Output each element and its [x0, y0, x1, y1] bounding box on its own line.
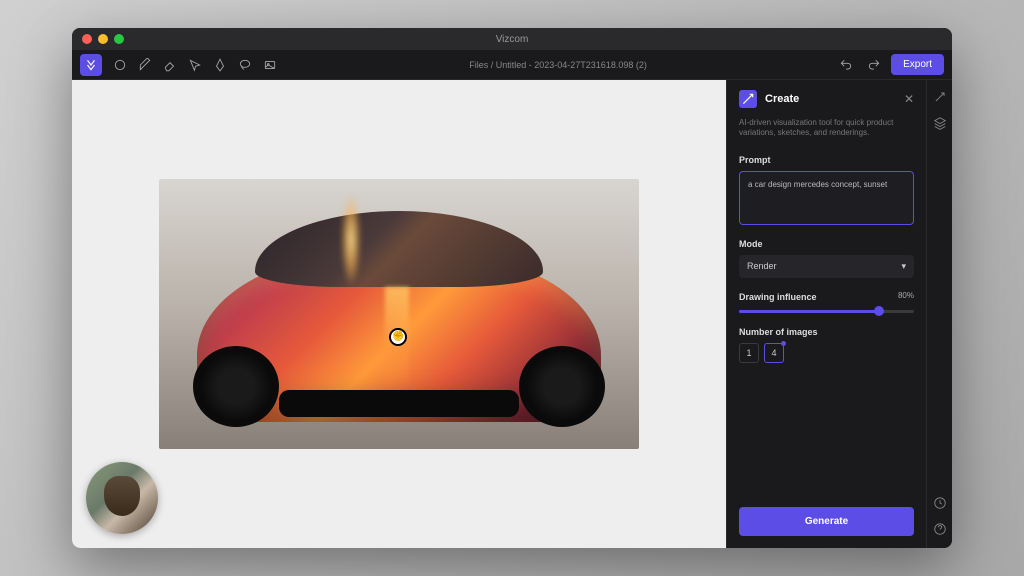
redo-button[interactable] — [863, 54, 885, 76]
titlebar: Vizcom — [72, 28, 952, 50]
selected-dot-icon — [781, 341, 786, 346]
app-title: Vizcom — [496, 34, 529, 45]
export-button[interactable]: Export — [891, 54, 944, 75]
select-tool[interactable] — [184, 54, 206, 76]
image-tool[interactable] — [259, 54, 281, 76]
num-images-label: Number of images — [727, 321, 926, 341]
num-option-1[interactable]: 1 — [739, 343, 759, 363]
toolbar: Files / Untitled - 2023-04-27T231618.098… — [72, 50, 952, 80]
window-controls — [72, 34, 124, 44]
close-panel-button[interactable]: ✕ — [904, 92, 914, 106]
panel-title: Create — [765, 93, 896, 105]
pen-tool[interactable] — [209, 54, 231, 76]
minimize-window-icon[interactable] — [98, 34, 108, 44]
mode-select[interactable]: Render ▾ — [739, 255, 914, 278]
lasso-tool[interactable] — [234, 54, 256, 76]
create-panel: Create ✕ AI-driven visualization tool fo… — [726, 80, 926, 548]
presenter-avatar — [86, 462, 158, 534]
generate-button[interactable]: Generate — [739, 507, 914, 536]
canvas[interactable]: ✊ — [72, 80, 726, 548]
eraser-tool[interactable] — [159, 54, 181, 76]
help-icon[interactable] — [931, 520, 949, 538]
right-toolrail — [926, 80, 952, 548]
brush-tool[interactable] — [134, 54, 156, 76]
maximize-window-icon[interactable] — [114, 34, 124, 44]
influence-value: 80% — [898, 291, 914, 300]
grab-cursor-icon: ✊ — [389, 328, 407, 346]
influence-slider[interactable] — [739, 310, 914, 313]
circle-tool[interactable] — [109, 54, 131, 76]
slider-thumb[interactable] — [874, 306, 884, 316]
generated-image[interactable]: ✊ — [159, 179, 639, 449]
mode-value: Render — [747, 261, 777, 271]
wand-icon — [739, 90, 757, 108]
num-option-4[interactable]: 4 — [764, 343, 784, 363]
panel-description: AI-driven visualization tool for quick p… — [727, 118, 926, 149]
prompt-input[interactable] — [739, 171, 914, 225]
close-window-icon[interactable] — [82, 34, 92, 44]
influence-label: Drawing influence — [739, 286, 817, 306]
prompt-textarea[interactable] — [748, 180, 905, 198]
magic-tool-icon[interactable] — [931, 88, 949, 106]
layers-icon[interactable] — [931, 114, 949, 132]
undo-button[interactable] — [835, 54, 857, 76]
history-icon[interactable] — [931, 494, 949, 512]
prompt-label: Prompt — [727, 149, 926, 169]
app-logo[interactable] — [80, 54, 102, 76]
chevron-down-icon: ▾ — [901, 261, 906, 272]
mode-label: Mode — [727, 233, 926, 253]
app-window: Vizcom Files / Untitled - 2023-04-27T231… — [72, 28, 952, 548]
breadcrumb[interactable]: Files / Untitled - 2023-04-27T231618.098… — [281, 60, 835, 70]
